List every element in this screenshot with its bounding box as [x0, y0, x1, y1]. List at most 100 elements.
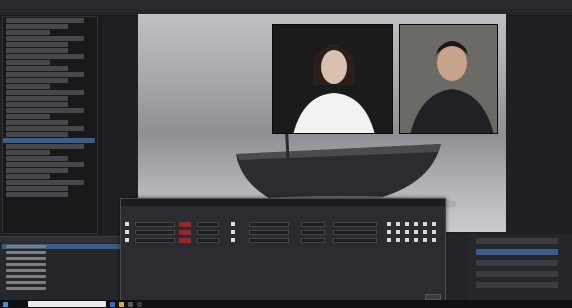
audio-monitoring-select[interactable]	[333, 238, 377, 243]
track-checkbox[interactable]	[414, 222, 418, 226]
track-checkbox[interactable]	[423, 230, 427, 234]
track-checkbox[interactable]	[432, 238, 436, 242]
scene-list-item[interactable]	[6, 90, 84, 95]
track-checkbox[interactable]	[423, 238, 427, 242]
webcam-source-1[interactable]	[272, 24, 393, 134]
source-list-item[interactable]	[2, 286, 125, 291]
track-checkbox[interactable]	[405, 238, 409, 242]
source-list-item[interactable]	[2, 244, 125, 249]
balance-slider[interactable]	[249, 230, 289, 235]
studio-mode-button[interactable]	[476, 260, 558, 266]
scene-list-item[interactable]	[3, 138, 95, 143]
windows-start-icon[interactable]	[3, 301, 8, 307]
scene-list-item[interactable]	[6, 120, 68, 125]
mono-checkbox[interactable]	[231, 230, 235, 234]
source-icon	[125, 222, 129, 226]
scene-list[interactable]	[2, 16, 98, 234]
volume-input[interactable]	[197, 238, 219, 243]
track-checkbox[interactable]	[396, 230, 400, 234]
scene-list-item[interactable]	[6, 144, 84, 149]
track-checkbox[interactable]	[414, 238, 418, 242]
mono-checkbox[interactable]	[231, 238, 235, 242]
scene-list-item[interactable]	[6, 60, 50, 65]
source-list-item[interactable]	[2, 280, 125, 285]
title-bar	[0, 0, 572, 9]
track-checkbox[interactable]	[432, 222, 436, 226]
audio-monitoring-select[interactable]	[333, 222, 377, 227]
scene-list-item[interactable]	[6, 102, 68, 107]
app-icon[interactable]	[128, 301, 133, 307]
status-meter	[179, 230, 191, 235]
scene-list-item[interactable]	[6, 30, 50, 35]
sync-offset-input[interactable]	[301, 230, 325, 235]
scene-list-item[interactable]	[6, 108, 84, 113]
source-list-item[interactable]	[2, 274, 125, 279]
scene-list-item[interactable]	[6, 180, 84, 185]
obs-icon[interactable]	[137, 301, 142, 307]
track-checkbox[interactable]	[414, 230, 418, 234]
start-recording-button[interactable]	[476, 249, 558, 255]
scene-list-item[interactable]	[6, 126, 84, 131]
start-streaming-button[interactable]	[476, 238, 558, 244]
source-list-item[interactable]	[2, 250, 125, 255]
source-list-item[interactable]	[2, 262, 125, 267]
track-checkbox[interactable]	[396, 222, 400, 226]
settings-button[interactable]	[476, 271, 558, 277]
controls-panel	[468, 234, 572, 302]
scene-list-scrollbar[interactable]	[99, 16, 102, 234]
balance-slider[interactable]	[249, 222, 289, 227]
exit-button[interactable]	[476, 282, 558, 288]
dialog-title	[121, 199, 445, 206]
scene-list-item[interactable]	[6, 18, 84, 23]
track-checkbox[interactable]	[396, 238, 400, 242]
webcam-source-2[interactable]	[399, 24, 498, 134]
scene-list-item[interactable]	[6, 186, 68, 191]
source-list-item[interactable]	[2, 268, 125, 273]
track-checkbox[interactable]	[405, 230, 409, 234]
audio-source-row	[125, 221, 443, 228]
sync-offset-input[interactable]	[301, 238, 325, 243]
status-meter	[179, 238, 191, 243]
track-checkbox[interactable]	[387, 230, 391, 234]
scene-list-item[interactable]	[6, 72, 84, 77]
source-label	[6, 281, 46, 284]
track-checkbox[interactable]	[405, 222, 409, 226]
scene-list-item[interactable]	[6, 156, 68, 161]
scene-list-item[interactable]	[6, 168, 68, 173]
mono-checkbox[interactable]	[231, 222, 235, 226]
balance-slider[interactable]	[249, 238, 289, 243]
taskbar	[0, 300, 572, 308]
scene-list-item[interactable]	[6, 84, 50, 89]
scene-list-item[interactable]	[6, 162, 84, 167]
source-label	[6, 275, 46, 278]
scene-list-item[interactable]	[6, 24, 68, 29]
source-label	[6, 287, 46, 290]
source-name	[135, 222, 175, 227]
sync-offset-input[interactable]	[301, 222, 325, 227]
scene-list-item[interactable]	[6, 132, 68, 137]
source-list-item[interactable]	[2, 256, 125, 261]
source-label	[6, 245, 46, 248]
scene-list-item[interactable]	[6, 36, 84, 41]
track-checkbox[interactable]	[432, 230, 436, 234]
scene-list-item[interactable]	[6, 174, 50, 179]
audio-monitoring-select[interactable]	[333, 230, 377, 235]
folder-icon[interactable]	[119, 301, 124, 307]
track-checkbox[interactable]	[387, 238, 391, 242]
volume-input[interactable]	[197, 230, 219, 235]
track-checkbox[interactable]	[387, 222, 391, 226]
scene-list-item[interactable]	[6, 42, 68, 47]
browser-icon[interactable]	[110, 301, 115, 307]
volume-input[interactable]	[197, 222, 219, 227]
scene-list-item[interactable]	[6, 192, 68, 197]
scene-list-item[interactable]	[6, 66, 68, 71]
search-input[interactable]	[28, 301, 106, 307]
scene-list-item[interactable]	[6, 114, 50, 119]
scene-list-item[interactable]	[6, 150, 50, 155]
track-checkbox[interactable]	[423, 222, 427, 226]
scene-list-item[interactable]	[6, 54, 84, 59]
scene-list-item[interactable]	[6, 96, 68, 101]
scene-list-item[interactable]	[6, 78, 68, 83]
scene-list-item[interactable]	[6, 48, 68, 53]
audio-source-row	[125, 237, 443, 244]
